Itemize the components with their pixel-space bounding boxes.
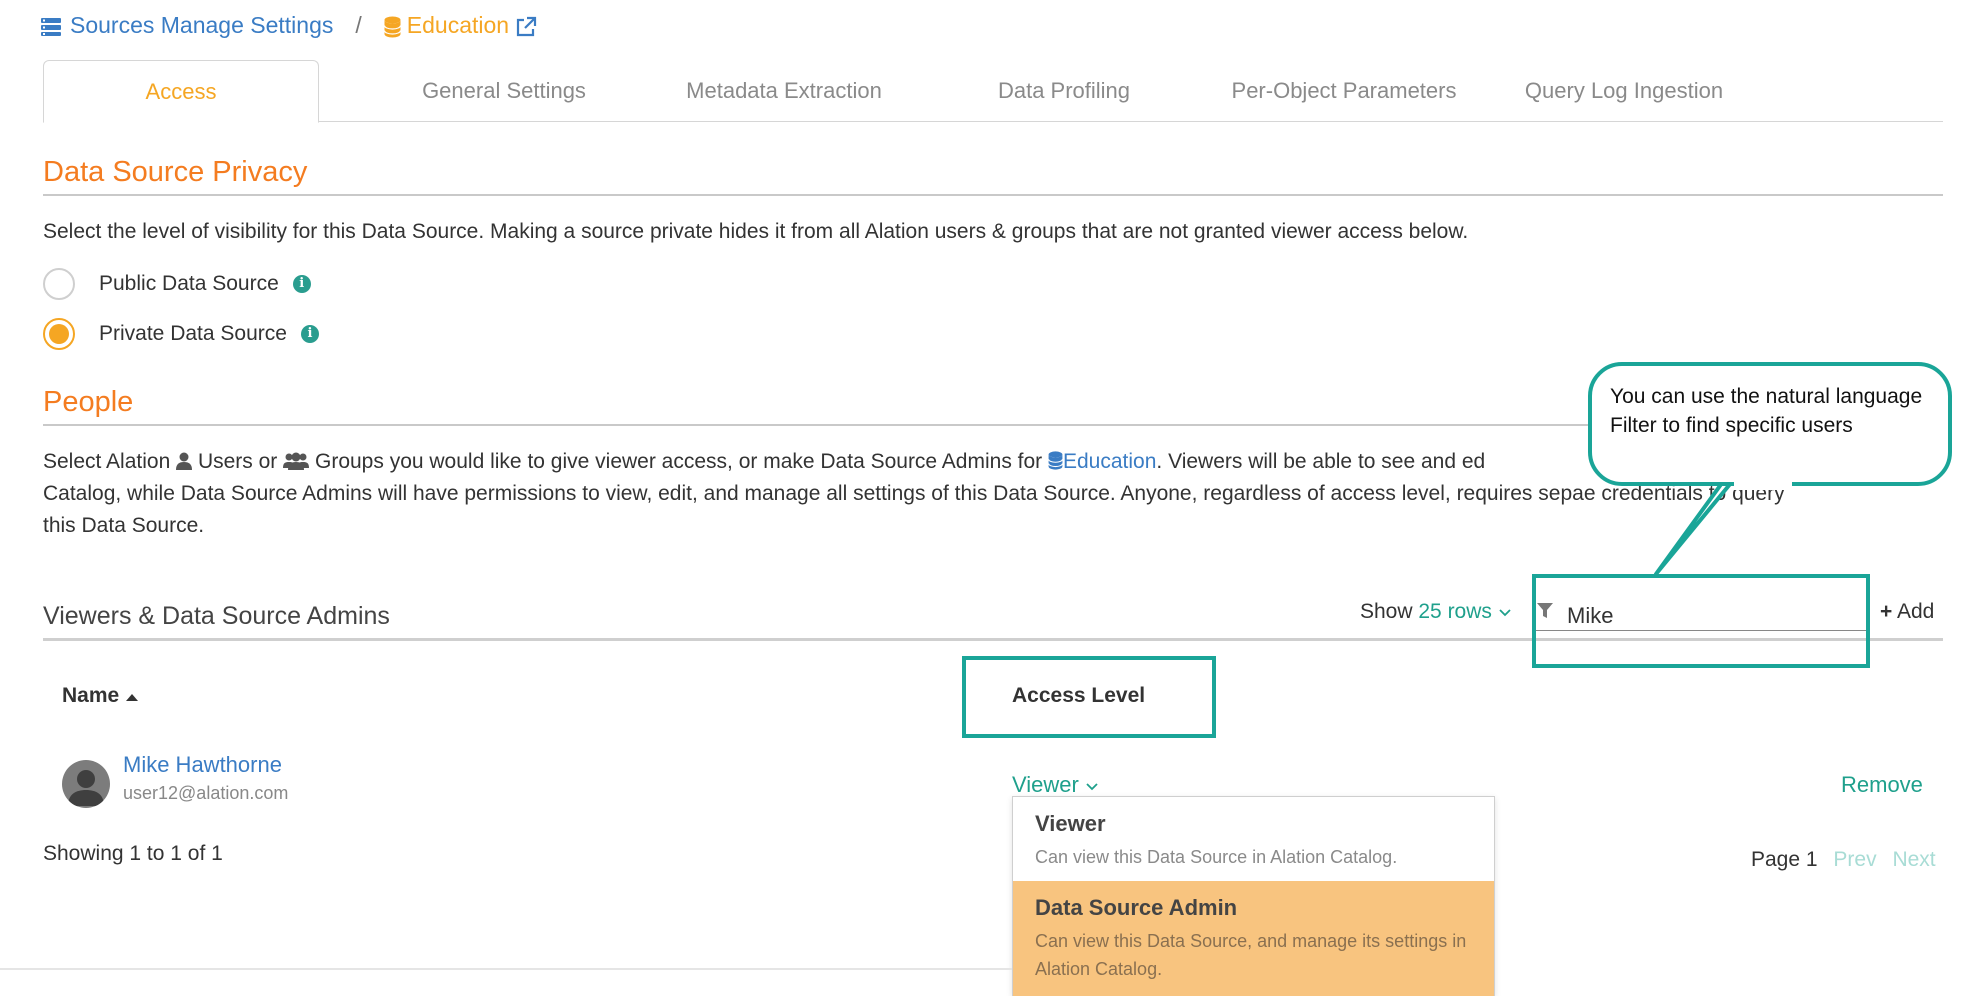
server-icon bbox=[40, 12, 62, 39]
breadcrumb: Sources Manage Settings / Education bbox=[40, 12, 537, 39]
database-icon bbox=[1048, 450, 1063, 473]
database-icon bbox=[383, 12, 401, 39]
tab-data-profiling[interactable]: Data Profiling bbox=[921, 60, 1207, 122]
info-icon[interactable]: i bbox=[292, 275, 311, 293]
access-level-select[interactable]: Viewer bbox=[1012, 772, 1099, 798]
rows-per-page-select[interactable]: 25 rows bbox=[1418, 600, 1511, 623]
desc-text: Select Alation bbox=[43, 450, 171, 473]
privacy-heading: Data Source Privacy bbox=[43, 156, 308, 188]
option-description: Can view this Data Source in Alation Cat… bbox=[1035, 847, 1398, 867]
dropdown-option-data-source-admin[interactable]: Data Source Admin Can view this Data Sou… bbox=[1013, 881, 1494, 996]
settings-tabs: Access General Settings Metadata Extract… bbox=[43, 60, 1943, 123]
user-icon bbox=[176, 450, 193, 473]
access-level-annotation-box bbox=[962, 656, 1216, 738]
callout-tooltip: You can use the natural language Filter … bbox=[1588, 362, 1952, 486]
next-page-button[interactable]: Next bbox=[1892, 848, 1935, 871]
showing-count: Showing 1 to 1 of 1 bbox=[43, 842, 223, 865]
people-heading: People bbox=[43, 386, 134, 418]
tab-query-log-ingestion[interactable]: Query Log Ingestion bbox=[1481, 60, 1767, 122]
desc-text: Groups you would like to give viewer acc… bbox=[315, 450, 1043, 473]
user-name-link[interactable]: Mike Hawthorne bbox=[123, 752, 282, 778]
radio-label: Private Data Source bbox=[99, 322, 287, 345]
breadcrumb-separator: / bbox=[355, 12, 362, 38]
prev-page-button[interactable]: Prev bbox=[1833, 848, 1876, 871]
tab-access[interactable]: Access bbox=[43, 60, 319, 123]
tab-metadata-extraction[interactable]: Metadata Extraction bbox=[641, 60, 927, 122]
filter-annotation-box bbox=[1532, 574, 1870, 668]
chevron-down-icon bbox=[1498, 600, 1512, 623]
desc-text: . Viewers will be able to see and ed bbox=[1156, 450, 1486, 473]
radio-private-data-source[interactable]: Private Data Source i bbox=[43, 318, 319, 350]
add-button[interactable]: + Add bbox=[1880, 600, 1934, 624]
access-level-dropdown: Viewer Can view this Data Source in Alat… bbox=[1012, 796, 1495, 996]
plus-icon: + bbox=[1880, 600, 1893, 623]
breadcrumb-parent-link[interactable]: Sources Manage Settings bbox=[70, 12, 333, 39]
desc-text: Users or bbox=[197, 450, 278, 473]
option-description: Can view this Data Source, and manage it… bbox=[1035, 931, 1467, 979]
tab-general-settings[interactable]: General Settings bbox=[361, 60, 647, 122]
privacy-description: Select the level of visibility for this … bbox=[43, 220, 1469, 243]
education-source-link[interactable]: Education bbox=[1063, 450, 1156, 473]
pagination: Page 1 Prev Next bbox=[1751, 848, 1936, 872]
option-title: Data Source Admin bbox=[1035, 895, 1238, 920]
show-label: Show bbox=[1360, 600, 1413, 623]
sort-up-icon bbox=[125, 684, 139, 707]
remove-user-button[interactable]: Remove bbox=[1841, 772, 1923, 798]
callout-text: You can use the natural language Filter … bbox=[1610, 385, 1923, 437]
avatar bbox=[62, 760, 110, 808]
radio-public-data-source[interactable]: Public Data Source i bbox=[43, 268, 311, 300]
radio-button[interactable] bbox=[43, 268, 75, 300]
users-icon bbox=[283, 450, 310, 473]
radio-button-selected[interactable] bbox=[43, 318, 75, 350]
breadcrumb-current-link[interactable]: Education bbox=[407, 12, 509, 39]
add-label: Add bbox=[1896, 600, 1935, 623]
footer-divider bbox=[0, 968, 1012, 970]
page-label: Page 1 bbox=[1751, 848, 1818, 871]
user-email: user12@alation.com bbox=[123, 783, 289, 803]
rows-per-page: Show 25 rows bbox=[1360, 600, 1512, 624]
viewers-heading: Viewers & Data Source Admins bbox=[43, 602, 390, 630]
info-icon[interactable]: i bbox=[300, 325, 319, 343]
option-title: Viewer bbox=[1035, 811, 1106, 836]
desc-text: Catalog, while Data Source Admins will h… bbox=[43, 482, 1584, 505]
dropdown-option-viewer[interactable]: Viewer Can view this Data Source in Alat… bbox=[1013, 797, 1494, 881]
callout-pointer-join bbox=[1734, 482, 1792, 490]
tab-per-object-parameters[interactable]: Per-Object Parameters bbox=[1201, 60, 1487, 122]
column-header-name[interactable]: Name bbox=[62, 684, 139, 708]
external-link-icon[interactable] bbox=[515, 12, 537, 39]
radio-label: Public Data Source bbox=[99, 272, 279, 295]
chevron-down-icon bbox=[1085, 772, 1099, 797]
divider bbox=[43, 194, 1943, 196]
